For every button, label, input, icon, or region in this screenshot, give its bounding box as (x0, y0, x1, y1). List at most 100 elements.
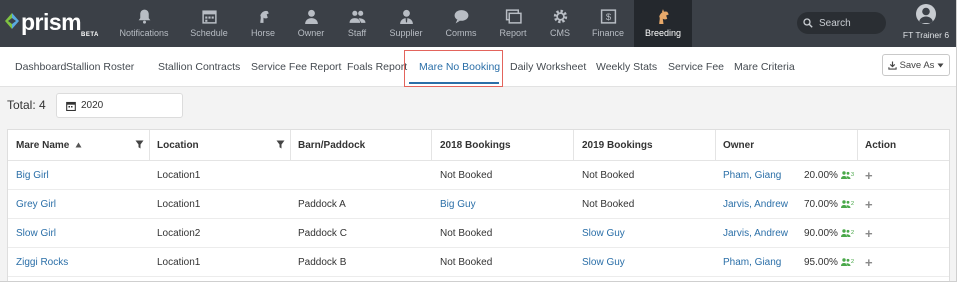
owner-link[interactable]: Pham, Giang (723, 161, 781, 189)
barn-cell: Paddock A (298, 198, 346, 210)
column-divider (715, 130, 716, 160)
owner-link[interactable]: Jarvis, Andrew (723, 219, 788, 247)
chat-icon (451, 8, 471, 25)
stallion-link[interactable]: Big Guy (440, 190, 476, 218)
column-divider (857, 130, 858, 160)
ownership-share: 90.00% 2 (804, 219, 854, 247)
tab-stallion-contracts[interactable]: Stallion Contracts (158, 61, 240, 73)
location-cell: Location1 (157, 169, 201, 181)
add-action-button[interactable]: + (865, 248, 873, 276)
nav-breeding[interactable]: Breeding (634, 0, 692, 47)
avatar (916, 4, 936, 24)
header-2019-bookings[interactable]: 2019 Bookings (582, 130, 653, 160)
filter-icon[interactable] (135, 140, 144, 149)
booking-2019-cell: Not Booked (582, 198, 635, 210)
save-as-button[interactable]: Save As (882, 54, 950, 76)
active-tab-highlight (404, 50, 503, 87)
header-label: Barn/Paddock (298, 139, 366, 151)
header-label: Mare Name (16, 139, 70, 151)
user-menu[interactable]: FT Trainer 6 (895, 0, 956, 47)
tab-mare-criteria[interactable]: Mare Criteria (734, 61, 795, 73)
group-icon (840, 258, 851, 266)
table-row: Grey Girl Location1 Paddock A Big Guy No… (8, 190, 949, 219)
year-value: 2020 (81, 100, 104, 111)
nav-label: Supplier (389, 28, 423, 38)
barn-cell: Paddock B (298, 256, 347, 268)
column-divider (149, 130, 150, 160)
co-owners-badge[interactable]: 2 (840, 200, 855, 208)
ownership-share: 95.00% 2 (804, 248, 854, 276)
co-owners-badge[interactable]: 2 (840, 258, 855, 266)
nav-label: Staff (347, 28, 367, 38)
add-action-button[interactable]: + (865, 190, 873, 218)
tab-service-fee-report[interactable]: Service Fee Report (251, 61, 341, 73)
header-barn-paddock[interactable]: Barn/Paddock (298, 130, 365, 160)
search-icon (803, 18, 813, 28)
app-window: prism BETA Notifications Schedule Horse … (0, 0, 957, 282)
nav-label: Owner (297, 28, 325, 38)
money-icon: $ (598, 8, 618, 25)
tab-stallion-roster[interactable]: Stallion Roster (66, 61, 134, 73)
tab-daily-worksheet[interactable]: Daily Worksheet (510, 61, 586, 73)
mare-name-link[interactable]: Ziggi Rocks (16, 248, 68, 276)
header-owner[interactable]: Owner (723, 130, 754, 160)
table-row: Big Girl Location1 Not Booked Not Booked… (8, 161, 949, 190)
owner-link[interactable]: Pham, Giang (723, 248, 781, 276)
tab-foals-report[interactable]: Foals Report (347, 61, 407, 73)
nav-notifications[interactable]: Notifications (117, 0, 171, 47)
co-owners-badge[interactable]: 2 (840, 229, 855, 237)
booking-2018-cell: Not Booked (440, 227, 493, 239)
nav-supplier[interactable]: Supplier (386, 0, 426, 47)
column-divider (290, 130, 291, 160)
stallion-link[interactable]: Slow Guy (582, 219, 625, 247)
mare-name-link[interactable]: Slow Girl (16, 219, 56, 247)
nav-staff[interactable]: Staff (341, 0, 373, 47)
nav-owner[interactable]: Owner (293, 0, 329, 47)
logo-wordmark: prism (21, 9, 82, 35)
nav-label: Finance (591, 28, 625, 38)
people-icon (347, 8, 367, 25)
stallion-link[interactable]: Slow Guy (582, 248, 625, 276)
header-2018-bookings[interactable]: 2018 Bookings (440, 130, 511, 160)
year-picker[interactable]: 2020 (56, 93, 183, 118)
gear-icon (550, 8, 570, 25)
search-input[interactable]: Search (797, 12, 886, 34)
co-owner-count: 2 (850, 230, 855, 236)
bell-icon (134, 8, 154, 25)
nav-finance[interactable]: $ Finance (589, 0, 627, 47)
mare-name-link[interactable]: Big Girl (16, 161, 49, 189)
user-avatar-icon (919, 7, 933, 23)
add-action-button[interactable]: + (865, 219, 873, 247)
booking-2018-cell: Not Booked (440, 256, 493, 268)
tab-service-fee[interactable]: Service Fee (668, 61, 724, 73)
nav-schedule[interactable]: Schedule (186, 0, 232, 47)
filter-icon[interactable] (276, 140, 285, 149)
prism-logo[interactable]: prism BETA (5, 8, 105, 38)
breeding-horse-icon (653, 8, 673, 25)
mare-name-link[interactable]: Grey Girl (16, 190, 56, 218)
column-divider (431, 130, 432, 160)
tab-dashboard[interactable]: Dashboard (15, 61, 66, 73)
download-icon (887, 60, 897, 70)
add-action-button[interactable]: + (865, 161, 873, 189)
co-owner-count: 2 (850, 201, 855, 207)
nav-label: CMS (550, 28, 570, 38)
nav-comms[interactable]: Comms (444, 0, 478, 47)
calendar-icon (66, 101, 76, 111)
nav-label: Notifications (119, 28, 169, 38)
header-mare-name[interactable]: Mare Name (16, 130, 82, 160)
nav-report[interactable]: Report (497, 0, 529, 47)
location-cell: Location2 (157, 227, 201, 239)
nav-cms[interactable]: CMS (545, 0, 575, 47)
co-owner-count: 2 (850, 259, 855, 265)
owner-link[interactable]: Jarvis, Andrew (723, 190, 788, 218)
ownership-share: 70.00% 2 (804, 190, 854, 218)
header-location[interactable]: Location (157, 130, 199, 160)
nav-horse[interactable]: Horse (247, 0, 279, 47)
logo-beta-tag: BETA (81, 32, 99, 38)
co-owner-count: 3 (850, 172, 855, 178)
co-owners-badge[interactable]: 3 (840, 171, 855, 179)
header-action: Action (865, 130, 896, 160)
tab-weekly-stats[interactable]: Weekly Stats (596, 61, 657, 73)
total-count: Total: 4 (7, 98, 46, 112)
